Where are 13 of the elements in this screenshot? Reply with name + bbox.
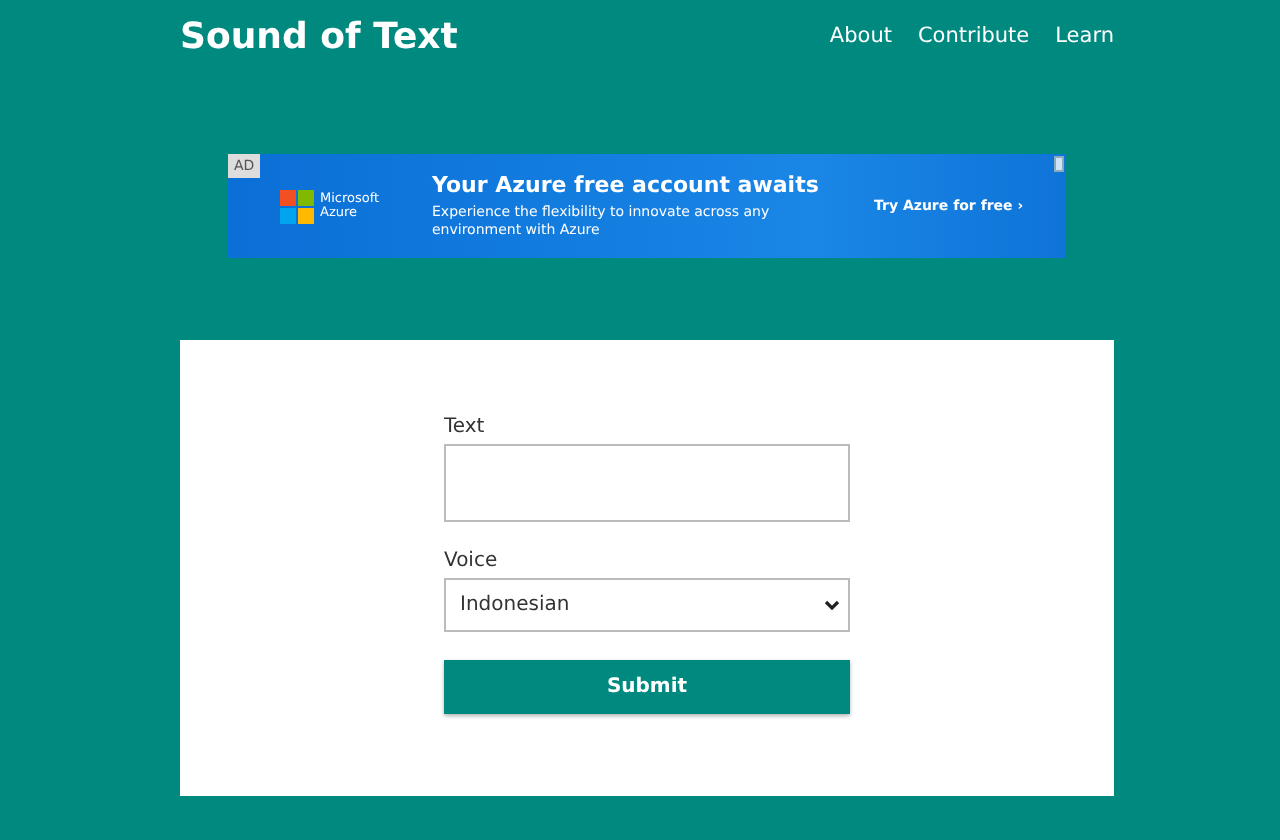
nav-link[interactable]: Learn (1055, 24, 1114, 48)
microsoft-logo-icon (280, 189, 314, 223)
field-label: Text (444, 416, 487, 438)
text-input-field[interactable] (444, 444, 850, 522)
voice-select[interactable]: Indonesian (444, 578, 850, 632)
ad-headline: Your Azure free account awaits (432, 171, 821, 198)
ad-choices-icon[interactable] (1054, 156, 1064, 172)
submit-button[interactable]: Submit (444, 660, 850, 714)
chevron-down-icon (824, 600, 840, 610)
nav-link[interactable]: Contribute (917, 24, 1030, 48)
field-label: Voice (444, 550, 500, 572)
site-title: Sound of Text (180, 15, 458, 57)
nav-link[interactable]: About (829, 24, 892, 48)
